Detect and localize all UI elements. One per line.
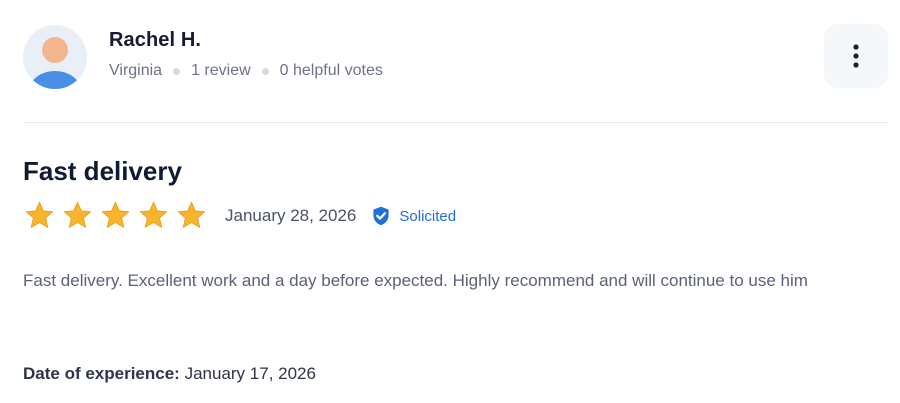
reviewer-review-count: 1 review (191, 62, 251, 79)
meta-separator-dot (173, 67, 181, 75)
header-divider (23, 122, 889, 123)
star-icon (25, 201, 54, 228)
solicited-label: Solicited (399, 207, 457, 225)
review-date: January 28, 2026 (225, 206, 357, 225)
solicited-badge[interactable]: Solicited (372, 206, 456, 226)
reviewer-location: Virginia (109, 62, 163, 79)
reviewer-helpful-votes: 0 helpful votes (279, 62, 383, 79)
review-card: Rachel H. Virginia 1 review 0 helpful vo… (0, 0, 900, 403)
star-icon (177, 201, 206, 228)
date-of-experience: Date of experience: January 17, 2026 (23, 364, 316, 384)
more-vertical-icon (853, 44, 859, 68)
review-body: Fast delivery. Excellent work and a day … (23, 271, 808, 290)
shield-check-icon (373, 206, 389, 226)
rating-row: January 28, 2026 Solicited (23, 199, 456, 233)
reviewer-name[interactable]: Rachel H. (109, 29, 201, 52)
star-icon (63, 201, 92, 228)
review-title: Fast delivery (23, 156, 182, 186)
experience-label: Date of experience: (23, 364, 180, 383)
star-rating (23, 200, 213, 232)
meta-separator-dot (261, 67, 269, 75)
reviewer-meta: Virginia 1 review 0 helpful votes (109, 62, 383, 80)
star-icon (101, 201, 130, 228)
more-options-button[interactable] (824, 24, 888, 88)
experience-date: January 17, 2026 (184, 364, 316, 383)
star-icon (139, 201, 168, 228)
user-avatar-icon (23, 25, 87, 89)
